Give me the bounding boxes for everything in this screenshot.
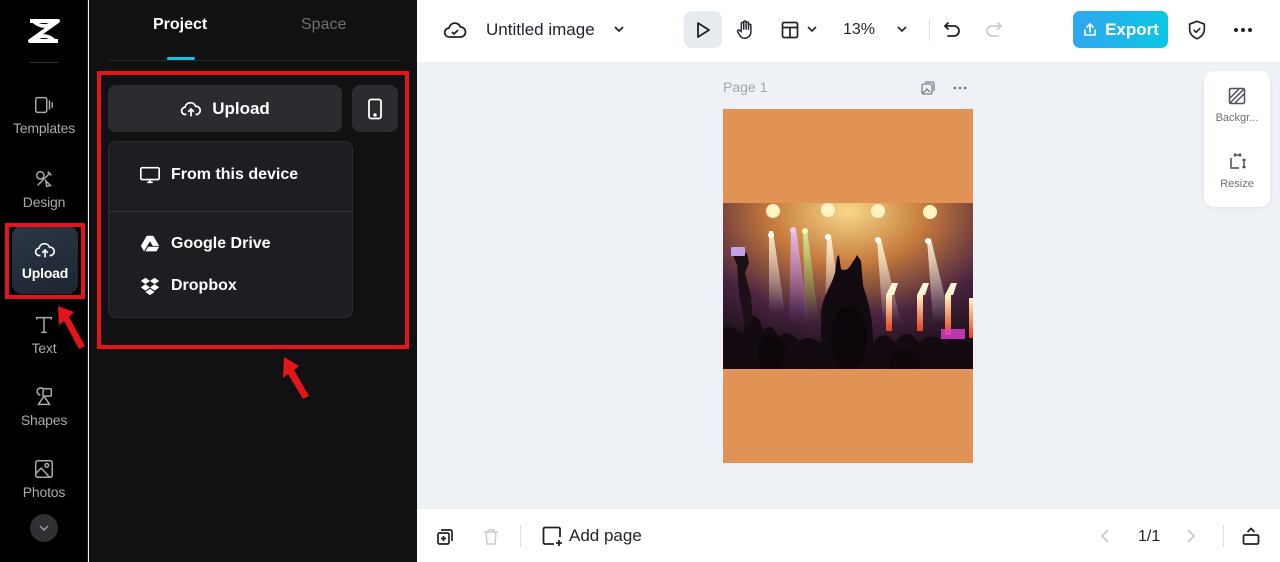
rail-item-label: Shapes — [20, 412, 68, 428]
rail-divider — [30, 62, 58, 63]
redo-icon — [986, 22, 1003, 37]
document-title[interactable]: Untitled image — [486, 20, 595, 40]
zoom-dropdown[interactable] — [895, 22, 909, 36]
panel-tabs: Project Space — [109, 0, 399, 61]
add-page-icon — [542, 526, 562, 546]
save-status-button[interactable] — [443, 18, 467, 42]
chevron-right-icon — [1187, 529, 1196, 543]
active-tab-indicator — [167, 57, 195, 60]
design-icon — [35, 170, 52, 188]
hand-icon — [736, 20, 752, 39]
page-panel-toggle[interactable] — [1240, 525, 1262, 547]
share-upload-icon — [1084, 22, 1096, 36]
rail-item-templates[interactable]: Templates — [8, 82, 80, 148]
security-button[interactable] — [1185, 18, 1209, 42]
expand-panel-icon — [1242, 527, 1260, 545]
pointer-icon — [697, 21, 710, 38]
previous-page-button[interactable] — [1097, 527, 1113, 545]
annotation-arrow-icon — [283, 357, 309, 399]
add-page-label: Add page — [569, 526, 642, 545]
shapes-icon — [36, 387, 53, 406]
page-more-button[interactable] — [951, 79, 969, 97]
page-properties-panel: Backgr... Resize — [1204, 71, 1270, 207]
resize-label: Resize — [1220, 178, 1254, 190]
templates-icon — [35, 96, 53, 114]
rail-item-photos[interactable]: Photos — [8, 446, 80, 512]
background-icon — [1228, 87, 1246, 105]
annotation-arrow-icon — [58, 306, 85, 349]
rail-item-label: Design — [22, 194, 66, 210]
bottom-toolbar: Add page 1/1 — [417, 509, 1280, 562]
shield-check-icon — [1188, 20, 1206, 40]
more-horizontal-icon — [953, 86, 967, 90]
resize-icon — [1230, 152, 1247, 169]
rail-item-design[interactable]: Design — [8, 156, 80, 222]
more-horizontal-icon — [1234, 28, 1252, 32]
top-toolbar: Untitled image 13% Export — [417, 0, 1280, 62]
export-label: Export — [1105, 19, 1159, 39]
delete-page-button[interactable] — [481, 527, 501, 547]
rail-more-button[interactable] — [30, 514, 58, 542]
chevron-down-icon — [807, 26, 817, 33]
page-counter: 1/1 — [1138, 528, 1161, 545]
layout-icon — [781, 21, 799, 39]
bottombar-divider — [1223, 525, 1224, 547]
concert-photo[interactable] — [723, 203, 973, 369]
annotation-highlight-upload-panel — [97, 71, 409, 349]
zoom-level[interactable]: 13% — [843, 21, 875, 39]
capcut-editor: Templates Design Upload Text Shapes Phot… — [0, 0, 1280, 562]
select-tool-button[interactable] — [684, 11, 722, 48]
rail-item-label: Photos — [22, 484, 66, 500]
undo-icon — [943, 22, 960, 37]
page-label: Page 1 — [723, 79, 768, 95]
duplicate-page-button[interactable] — [435, 527, 455, 547]
undo-button[interactable] — [941, 19, 963, 41]
tab-space[interactable]: Space — [301, 16, 346, 34]
duplicate-page-icon — [437, 529, 453, 545]
bottombar-divider — [520, 525, 521, 547]
background-button[interactable]: Backgr... — [1204, 86, 1270, 124]
duplicate-image-icon — [921, 81, 935, 95]
page-duplicate-button[interactable] — [919, 79, 937, 97]
layout-button[interactable] — [779, 19, 801, 41]
layout-dropdown[interactable] — [805, 22, 819, 36]
rail-item-shapes[interactable]: Shapes — [8, 374, 80, 440]
chevron-down-icon — [614, 26, 624, 33]
design-page[interactable] — [723, 109, 973, 463]
trash-icon — [484, 529, 498, 545]
annotation-highlight-upload-rail — [5, 223, 85, 299]
export-button[interactable]: Export — [1073, 11, 1168, 48]
chevron-down-icon — [897, 26, 907, 33]
cloud-check-icon — [443, 22, 467, 38]
toolbar-divider — [929, 19, 930, 41]
chevron-left-icon — [1100, 529, 1109, 543]
chevron-down-icon — [39, 525, 49, 532]
more-options-button[interactable] — [1231, 18, 1255, 42]
rail-item-label: Templates — [12, 120, 75, 136]
resize-button[interactable]: Resize — [1204, 152, 1270, 190]
tab-project[interactable]: Project — [153, 16, 207, 34]
background-label: Backgr... — [1215, 112, 1259, 124]
next-page-button[interactable] — [1183, 527, 1199, 545]
canvas-area: Page 1 Backgr... Resize — [417, 62, 1280, 509]
title-menu-button[interactable] — [611, 21, 627, 37]
photos-icon — [35, 460, 53, 478]
redo-button[interactable] — [983, 19, 1005, 41]
capcut-logo-icon[interactable] — [27, 18, 61, 44]
hand-tool-button[interactable] — [733, 18, 757, 42]
add-page-button[interactable]: Add page — [541, 525, 642, 547]
